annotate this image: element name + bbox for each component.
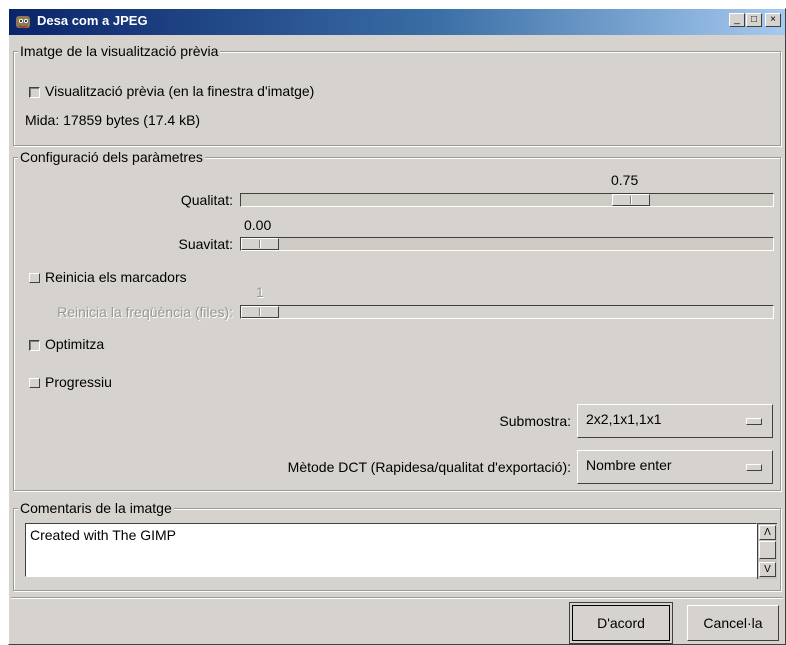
- optimize-label: Optimitza: [45, 336, 105, 352]
- restart-markers-toggle[interactable]: Reinicia els marcadors: [29, 269, 187, 285]
- params-frame-title: Configuració dels paràmetres: [18, 149, 205, 165]
- dct-method-dropdown[interactable]: Nombre enter: [577, 450, 773, 484]
- smoothing-slider-thumb[interactable]: [241, 238, 279, 250]
- quality-label: Qualitat:: [180, 192, 233, 208]
- maximize-button[interactable]: □: [746, 13, 762, 27]
- dropdown-indicator-icon: [746, 418, 762, 425]
- subsampling-dropdown[interactable]: 2x2,1x1,1x1: [577, 404, 773, 438]
- dct-method-selected: Nombre enter: [586, 457, 672, 473]
- scrollbar-thumb[interactable]: [759, 541, 776, 559]
- restart-frequency-slider-thumb[interactable]: [241, 306, 279, 318]
- preview-checkbox-label: Visualització prèvia (en la finestra d'i…: [45, 83, 315, 99]
- dct-method-label: Mètode DCT (Rapidesa/qualitat d'exportac…: [287, 459, 571, 475]
- close-button[interactable]: ×: [765, 13, 781, 27]
- comment-scrollbar[interactable]: Λ V: [757, 523, 777, 579]
- file-size-text: Mida: 17859 bytes (17.4 kB): [25, 112, 201, 128]
- jpeg-save-dialog: Desa com a JPEG _ □ × Imatge de la visua…: [8, 8, 786, 645]
- close-icon: ×: [770, 14, 776, 25]
- cancel-button[interactable]: Cancel·la: [687, 605, 779, 641]
- scroll-down-icon: V: [764, 564, 771, 575]
- comment-frame-title: Comentaris de la imatge: [18, 500, 174, 516]
- button-separator: [11, 597, 783, 599]
- smoothing-slider[interactable]: [240, 237, 774, 251]
- scroll-up-button[interactable]: Λ: [759, 525, 776, 540]
- preview-frame-title: Imatge de la visualització prèvia: [18, 43, 221, 59]
- minimize-button[interactable]: _: [729, 13, 745, 27]
- preview-checkbox-box[interactable]: [29, 86, 40, 98]
- restart-frequency-label: Reinicia la freqüència (files):: [57, 304, 233, 320]
- preview-checkbox[interactable]: Visualització prèvia (en la finestra d'i…: [29, 83, 314, 99]
- optimize-checkbox[interactable]: Optimitza: [29, 336, 104, 352]
- subsampling-selected: 2x2,1x1,1x1: [586, 411, 662, 427]
- dropdown-indicator-icon: [746, 464, 762, 471]
- quality-value: 0.75: [611, 172, 639, 188]
- restart-frequency-slider[interactable]: [240, 305, 774, 319]
- scroll-down-button[interactable]: V: [759, 562, 776, 577]
- quality-slider-thumb[interactable]: [612, 194, 650, 206]
- optimize-checkbox-box[interactable]: [29, 339, 40, 351]
- ok-button[interactable]: D'acord: [569, 602, 673, 644]
- progressive-label: Progressiu: [45, 374, 112, 390]
- progressive-toggle[interactable]: Progressiu: [29, 374, 112, 390]
- comment-textarea[interactable]: Created with The GIMP: [25, 523, 757, 577]
- quality-slider[interactable]: [240, 193, 774, 207]
- title-bar[interactable]: Desa com a JPEG _ □ ×: [9, 9, 785, 35]
- smoothing-value: 0.00: [244, 217, 272, 233]
- minimize-icon: _: [734, 14, 740, 25]
- progressive-box[interactable]: [29, 378, 40, 389]
- restart-markers-label: Reinicia els marcadors: [45, 269, 187, 285]
- scroll-up-icon: Λ: [764, 527, 771, 538]
- maximize-icon: □: [750, 14, 758, 25]
- gimp-app-icon: [16, 16, 30, 28]
- restart-markers-box[interactable]: [29, 273, 40, 284]
- window-title: Desa com a JPEG: [37, 13, 148, 28]
- restart-frequency-value: 1: [256, 284, 264, 300]
- subsampling-label: Submostra:: [499, 413, 571, 429]
- smoothing-label: Suavitat:: [178, 236, 233, 252]
